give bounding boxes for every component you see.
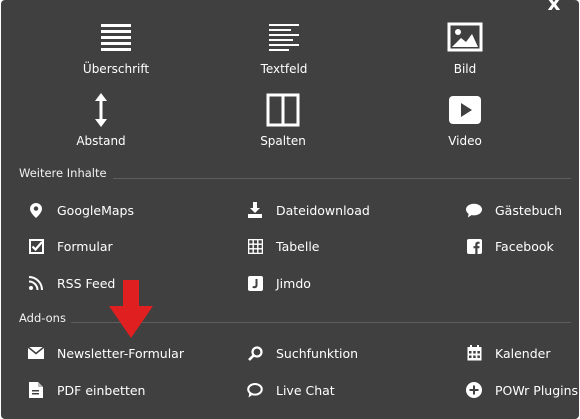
item-jimdo[interactable]: Jimdo [247,272,311,294]
red-arrow-icon [109,280,153,338]
jimdo-icon [247,275,263,291]
columns-icon [266,93,300,127]
facebook-icon [466,238,482,254]
item-gaestebuch[interactable]: Gästebuch [466,199,562,221]
close-icon[interactable]: x [545,0,563,13]
envelope-icon [28,345,44,361]
item-rss-feed[interactable]: RSS Feed [28,272,115,294]
section-divider [113,178,571,179]
element-spacing[interactable]: Abstand [31,92,171,148]
plus-circle-icon [466,382,482,398]
item-pdf-einbetten[interactable]: PDF einbetten [28,379,145,401]
item-newsletter-formular[interactable]: Newsletter-Formular [28,342,184,364]
checkbox-form-icon [28,238,44,254]
section-title-more: Weitere Inhalte [19,166,107,180]
item-live-chat[interactable]: Live Chat [247,379,335,401]
item-label: Suchfunktion [276,345,359,361]
element-textfield[interactable]: Textfeld [214,20,354,76]
item-formular[interactable]: Formular [28,235,113,257]
item-label: Formular [57,238,113,254]
section-title-addons: Add-ons [19,311,66,325]
element-video[interactable]: Video [395,92,535,148]
item-googlemaps[interactable]: GoogleMaps [28,199,134,221]
element-heading[interactable]: Überschrift [46,20,186,76]
video-play-icon [449,96,481,124]
image-icon [447,22,483,52]
table-icon [247,238,263,254]
item-label: Jimdo [276,275,311,291]
item-label: PDF einbetten [57,382,146,398]
map-pin-icon [28,202,44,218]
heading-icon [101,24,131,51]
element-image[interactable]: Bild [395,20,535,76]
item-label: POWr Plugins [495,382,579,398]
speech-bubble-icon [466,202,482,218]
element-textfield-label: Textfeld [260,62,308,76]
rss-icon [28,275,44,291]
spacing-icon [95,93,107,127]
item-label: Newsletter-Formular [57,345,184,361]
chat-icon [247,382,263,398]
item-label: Live Chat [276,382,335,398]
item-label: Gästebuch [495,202,563,218]
calendar-icon [466,345,482,361]
element-image-label: Bild [453,62,477,76]
item-label: Dateidownload [276,202,370,218]
element-spacing-label: Abstand [76,134,126,148]
search-icon [247,345,263,361]
element-columns-label: Spalten [260,134,306,148]
add-element-panel: x Überschrift Textfeld Bild Abstand Spal… [1,0,579,419]
item-tabelle[interactable]: Tabelle [247,235,320,257]
item-label: GoogleMaps [57,202,134,218]
item-label: RSS Feed [57,275,116,291]
item-facebook[interactable]: Facebook [466,235,554,257]
element-columns[interactable]: Spalten [213,92,353,148]
pdf-document-icon [28,382,44,398]
item-label: Tabelle [276,238,320,254]
item-powr-plugins[interactable]: POWr Plugins [466,379,578,401]
item-dateidownload[interactable]: Dateidownload [247,199,370,221]
text-icon [269,24,299,51]
download-icon [247,202,263,218]
item-label: Facebook [495,238,554,254]
element-video-label: Video [448,134,482,148]
item-kalender[interactable]: Kalender [466,342,551,364]
item-suchfunktion[interactable]: Suchfunktion [247,342,358,364]
element-heading-label: Überschrift [82,62,150,76]
item-label: Kalender [495,345,551,361]
